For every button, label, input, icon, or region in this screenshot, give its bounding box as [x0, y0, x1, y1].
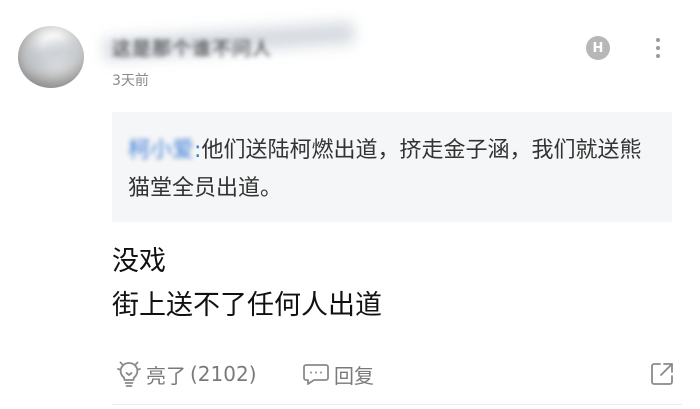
like-button[interactable]: 亮了 (2102)	[116, 356, 257, 392]
lightbulb-icon	[116, 360, 142, 388]
divider	[112, 404, 682, 405]
comment-body-line: 没戏	[112, 246, 166, 277]
more-dot	[656, 54, 660, 58]
quoted-comment[interactable]: 柯小爱:他们送陆柯燃出道，挤走金子涵，我们就送熊猫堂全员出道。	[112, 112, 672, 222]
timestamp: 3天前	[112, 73, 149, 89]
comment-icon	[302, 361, 330, 387]
comment-body: 没戏 街上送不了任何人出道	[112, 240, 382, 328]
h-badge-icon[interactable]: H	[586, 36, 610, 60]
quoted-author[interactable]: 柯小爱	[128, 138, 194, 163]
action-bar: 亮了 (2102) 回复	[112, 356, 682, 392]
reply-label: 回复	[334, 363, 374, 388]
share-button[interactable]	[648, 356, 676, 392]
like-count: (2102)	[190, 362, 257, 386]
more-dot	[656, 46, 660, 50]
share-icon	[648, 360, 676, 388]
more-vertical-icon[interactable]	[648, 34, 668, 62]
like-label: 亮了	[146, 363, 186, 388]
reply-button[interactable]: 回复	[302, 356, 374, 392]
username[interactable]: 这是那个谁不问人	[112, 34, 272, 61]
quoted-body: 他们送陆柯燃出道，挤走金子涵，我们就送熊猫堂全员出道。	[128, 138, 642, 201]
quoted-comment-text: 柯小爱:他们送陆柯燃出道，挤走金子涵，我们就送熊猫堂全员出道。	[128, 132, 658, 208]
comment-body-line: 街上送不了任何人出道	[112, 290, 382, 321]
avatar-blur-overlay	[19, 36, 84, 74]
avatar[interactable]	[18, 26, 84, 88]
more-dot	[656, 38, 660, 42]
